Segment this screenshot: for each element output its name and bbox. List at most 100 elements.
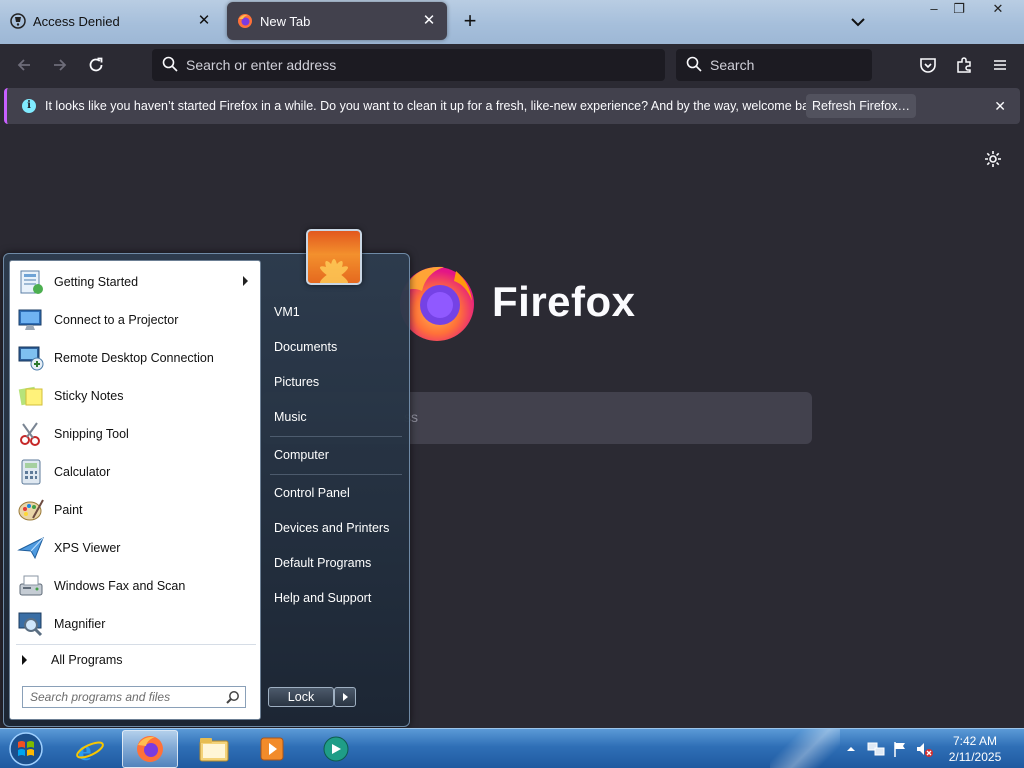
getting-started-icon — [15, 266, 47, 298]
scissors-icon — [15, 418, 47, 450]
tab-title: New Tab — [260, 13, 311, 29]
fax-icon — [15, 570, 47, 602]
start-search-input[interactable] — [30, 690, 220, 704]
taskbar-remote-assistance-icon[interactable] — [308, 730, 364, 768]
calculator-icon — [15, 456, 47, 488]
program-label: Remote Desktop Connection — [54, 351, 214, 365]
refresh-firefox-button[interactable]: Refresh Firefox… — [806, 94, 916, 118]
program-windows-fax-and-scan[interactable]: Windows Fax and Scan — [10, 567, 260, 605]
notification-message: It looks like you haven’t started Firefo… — [45, 99, 826, 113]
tab-title: Access Denied — [33, 13, 120, 29]
program-calculator[interactable]: Calculator — [10, 453, 260, 491]
taskbar-windows-explorer-icon[interactable] — [186, 730, 242, 768]
refresh-notification-bar: i It looks like you haven’t started Fire… — [4, 88, 1020, 124]
taskbar-media-player-icon[interactable] — [244, 730, 300, 768]
taskbar-firefox-icon[interactable] — [122, 730, 178, 768]
system-clock[interactable]: 7:42 AM 2/11/2025 — [940, 733, 1010, 765]
submenu-arrow-icon — [243, 276, 248, 286]
start-item-default-programs[interactable]: Default Programs — [270, 549, 400, 577]
all-programs-label: All Programs — [51, 653, 123, 667]
url-bar[interactable] — [152, 49, 665, 81]
restore-button[interactable]: ❐ — [943, 0, 975, 20]
xps-viewer-icon — [15, 532, 47, 564]
program-xps-viewer[interactable]: XPS Viewer — [10, 529, 260, 567]
extensions-puzzle-icon[interactable] — [952, 53, 976, 77]
search-bar[interactable] — [676, 49, 872, 81]
chevron-down-icon[interactable] — [846, 10, 870, 34]
start-item-pictures[interactable]: Pictures — [270, 368, 400, 396]
firefox-wordmark: Firefox — [492, 278, 636, 325]
tab-new-tab[interactable]: New Tab ✕ — [227, 2, 447, 40]
clock-time: 7:42 AM — [952, 734, 998, 748]
arrow-right-icon — [22, 655, 27, 665]
volume-muted-icon[interactable] — [914, 739, 934, 759]
program-sticky-notes[interactable]: Sticky Notes — [10, 377, 260, 415]
program-label: XPS Viewer — [54, 541, 121, 555]
firefox-favicon-icon — [237, 13, 253, 29]
search-icon[interactable] — [226, 690, 240, 707]
web-search-input[interactable] — [710, 57, 872, 73]
remote-desktop-icon — [15, 342, 47, 374]
forward-arrow-icon[interactable] — [48, 53, 72, 77]
magnifier-icon — [15, 608, 47, 640]
action-center-flag-icon[interactable] — [890, 739, 910, 759]
program-connect-to-a-projector[interactable]: Connect to a Projector — [10, 301, 260, 339]
new-tab-plus-icon[interactable]: + — [458, 10, 482, 34]
paint-palette-icon — [15, 494, 47, 526]
taskbar-shine — [770, 729, 840, 768]
start-item-devices-and-printers[interactable]: Devices and Printers — [270, 514, 400, 542]
program-label: Snipping Tool — [54, 427, 129, 441]
all-programs-button[interactable]: All Programs — [10, 647, 260, 673]
start-item-vm1[interactable]: VM1 — [270, 298, 400, 326]
divider — [270, 474, 402, 475]
program-snipping-tool[interactable]: Snipping Tool — [10, 415, 260, 453]
start-item-computer[interactable]: Computer — [270, 441, 400, 469]
divider — [270, 436, 402, 437]
search-icon — [162, 56, 178, 75]
lock-button[interactable]: Lock — [268, 687, 334, 707]
navigation-toolbar — [0, 44, 1024, 86]
close-tab-icon[interactable]: ✕ — [421, 13, 437, 29]
svg-text:e: e — [78, 734, 91, 764]
pocket-icon[interactable] — [916, 53, 940, 77]
show-hidden-icons-chevron-icon[interactable] — [844, 739, 858, 759]
program-label: Magnifier — [54, 617, 106, 631]
program-label: Getting Started — [54, 275, 139, 289]
start-orb-icon[interactable] — [6, 731, 46, 767]
back-arrow-icon[interactable] — [12, 53, 36, 77]
info-icon: i — [22, 99, 36, 113]
program-label: Connect to a Projector — [54, 313, 179, 327]
program-label: Windows Fax and Scan — [54, 579, 186, 593]
program-label: Calculator — [54, 465, 111, 479]
start-item-help-and-support[interactable]: Help and Support — [270, 584, 400, 612]
start-item-control-panel[interactable]: Control Panel — [270, 479, 400, 507]
network-icon[interactable] — [866, 739, 886, 759]
start-item-music[interactable]: Music — [270, 403, 400, 431]
projector-icon — [15, 304, 47, 336]
divider — [16, 644, 256, 645]
shutdown-options-arrow-icon[interactable] — [334, 687, 356, 707]
taskbar-internet-explorer-icon[interactable]: e — [62, 730, 118, 768]
program-label: Sticky Notes — [54, 389, 124, 403]
close-window-button[interactable]: ✕ — [981, 0, 1015, 20]
tab-access-denied[interactable]: Access Denied ✕ — [0, 2, 222, 40]
search-icon — [686, 56, 702, 75]
program-remote-desktop-connection[interactable]: Remote Desktop Connection — [10, 339, 260, 377]
close-tab-icon[interactable]: ✕ — [196, 13, 212, 29]
program-getting-started[interactable]: Getting Started — [10, 263, 260, 301]
hamburger-menu-icon[interactable] — [988, 53, 1012, 77]
user-picture-flower[interactable] — [306, 229, 362, 285]
gear-icon[interactable] — [984, 150, 1002, 168]
warning-favicon-icon — [10, 13, 26, 29]
reload-icon[interactable] — [84, 53, 108, 77]
program-paint[interactable]: Paint — [10, 491, 260, 529]
sticky-notes-icon — [15, 380, 47, 412]
start-search-box[interactable] — [22, 686, 246, 708]
close-icon[interactable]: ✕ — [994, 98, 1006, 115]
program-magnifier[interactable]: Magnifier — [10, 605, 260, 643]
program-label: Paint — [54, 503, 83, 517]
taskbar: e 7:42 AM 2/11/2025 — [0, 728, 1024, 768]
address-input[interactable] — [186, 57, 665, 73]
tab-strip: Access Denied ✕ New Tab ✕ + – ❐ ✕ — [0, 0, 1024, 44]
start-item-documents[interactable]: Documents — [270, 333, 400, 361]
